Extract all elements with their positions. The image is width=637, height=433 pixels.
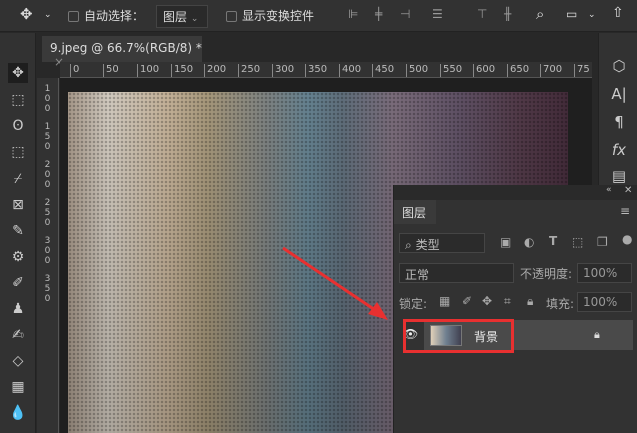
annotation-arrow	[282, 246, 388, 320]
arrow-shaft	[282, 246, 379, 314]
arrow-head	[368, 302, 388, 320]
